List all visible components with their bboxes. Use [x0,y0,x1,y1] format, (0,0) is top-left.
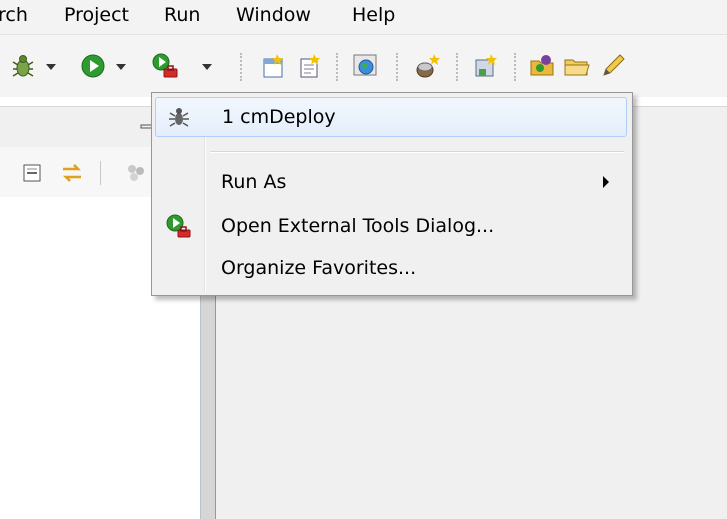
server-icon[interactable] [412,51,442,81]
menu-item-label: Organize Favorites... [221,257,417,279]
ant-bug-icon [169,108,189,127]
debug-bug-icon[interactable] [8,51,38,81]
run-play-icon[interactable] [78,51,108,81]
menu-run[interactable]: Run [164,4,200,26]
toolbar-separator [396,53,398,81]
toolbar-separator [100,161,101,185]
menu-separator [210,151,624,153]
edit-pencil-icon[interactable] [598,51,628,81]
external-tools-dropdown-menu: 1 cmDeploy Run As Open External Tools Di… [151,92,633,296]
toolbar-separator [514,53,516,81]
toolbar-separator [336,53,338,81]
view-tab-strip [0,106,160,148]
filter-icon[interactable] [124,161,150,185]
collapse-all-icon[interactable] [22,163,42,183]
menu-item-label: Open External Tools Dialog... [221,215,495,237]
external-tools-icon [166,214,191,238]
run-dropdown-arrow-icon[interactable] [114,62,128,72]
menu-item-cmdeploy[interactable]: 1 cmDeploy [155,97,627,137]
main-toolbar [0,35,727,97]
deploy-icon[interactable] [470,51,500,81]
external-tools-dropdown-arrow-icon[interactable] [200,62,214,72]
menu-search[interactable]: rch [0,4,28,26]
menu-window[interactable]: Window [236,4,311,26]
toolbar-separator [240,53,242,81]
debug-dropdown-arrow-icon[interactable] [44,62,58,72]
open-folder-icon[interactable] [528,51,558,81]
menu-item-run-as[interactable]: Run As [155,163,627,201]
menu-item-organize-favorites[interactable]: Organize Favorites... [155,249,627,287]
menu-project[interactable]: Project [64,4,129,26]
new-file-icon[interactable] [294,51,324,81]
menu-help[interactable]: Help [352,4,395,26]
open-folder-2-icon[interactable] [562,51,592,81]
menu-bar: rch Project Run Window Help [0,0,727,35]
external-tools-icon[interactable] [150,51,180,81]
new-class-icon[interactable] [258,51,288,81]
link-with-editor-icon[interactable] [60,161,84,185]
web-browser-icon[interactable] [350,51,380,81]
menu-item-label: Run As [221,171,287,193]
menu-item-label: 1 cmDeploy [222,106,336,128]
menu-item-open-external-tools-dialog[interactable]: Open External Tools Dialog... [155,207,627,245]
submenu-arrow-icon [603,176,609,188]
toolbar-separator [456,53,458,81]
